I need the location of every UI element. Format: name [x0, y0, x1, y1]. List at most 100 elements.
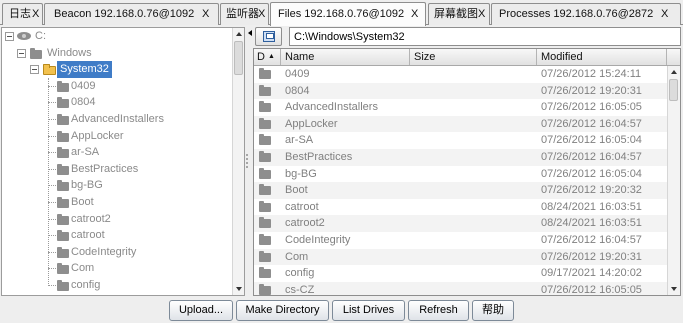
scroll-thumb[interactable] [234, 41, 243, 75]
file-modified: 07/26/2012 16:04:57 [541, 233, 642, 246]
tree-node-windows[interactable]: Windows [2, 45, 232, 62]
folder-icon [57, 246, 69, 258]
tree-node[interactable]: CodeIntegrity [2, 244, 232, 261]
tab-close-button[interactable]: X [258, 4, 265, 24]
scroll-up-arrow-icon[interactable] [233, 29, 244, 40]
table-body: 0409 07/26/2012 15:24:11 0804 07/26/2012… [254, 66, 667, 295]
file-modified: 07/26/2012 16:04:57 [541, 117, 642, 130]
folder-icon [259, 250, 271, 262]
column-header-size[interactable]: Size [410, 49, 537, 65]
tree-node-label: Com [71, 262, 95, 275]
tab-close-button[interactable]: X [411, 4, 418, 24]
table-row[interactable]: config 09/17/2021 14:20:02 [254, 265, 667, 282]
drive-icon [17, 32, 31, 40]
folder-icon [57, 113, 69, 125]
tree-node[interactable]: BestPractices [2, 161, 232, 178]
table-row[interactable]: catroot 08/24/2021 16:03:51 [254, 199, 667, 216]
tree-node[interactable]: catroot2 [2, 211, 232, 228]
folder-open-icon [43, 64, 56, 76]
folder-icon [259, 233, 271, 245]
scroll-down-arrow-icon[interactable] [233, 283, 244, 294]
tab-processes[interactable]: Processes 192.168.0.76@2872 X [491, 3, 681, 25]
tree-node[interactable]: AppLocker [2, 128, 232, 145]
table-row[interactable]: 0804 07/26/2012 19:20:31 [254, 82, 667, 100]
folder-icon [259, 217, 271, 229]
tab-log[interactable]: 日志 X [2, 3, 43, 25]
parent-folder-button[interactable] [255, 27, 282, 46]
tree-node[interactable]: 0409 [2, 78, 232, 95]
file-modified: 07/26/2012 19:20:31 [541, 250, 642, 263]
directory-tree[interactable]: C: Windows System32 0409 0804 AdvancedIn… [1, 27, 245, 296]
tab-beacon[interactable]: Beacon 192.168.0.76@1092 X [44, 3, 219, 25]
tree-node[interactable]: catroot [2, 227, 232, 244]
table-row[interactable]: CodeIntegrity 07/26/2012 16:04:57 [254, 232, 667, 249]
scroll-thumb[interactable] [669, 79, 678, 101]
folder-icon [259, 150, 271, 162]
column-header-type[interactable]: D ▲ [254, 49, 281, 65]
tab-listeners[interactable]: 监听器 X [220, 3, 269, 25]
tab-files[interactable]: Files 192.168.0.76@1092 X [270, 2, 426, 26]
folder-icon [259, 267, 271, 279]
column-header-modified[interactable]: Modified [537, 49, 667, 65]
table-row[interactable]: BestPractices 07/26/2012 16:04:57 [254, 148, 667, 166]
table-row[interactable]: 0409 07/26/2012 15:24:11 [254, 66, 667, 83]
file-modified: 07/26/2012 15:24:11 [541, 68, 642, 80]
tab-close-button[interactable]: X [32, 4, 39, 24]
scroll-up-arrow-icon[interactable] [668, 67, 679, 78]
list-drives-button[interactable]: List Drives [332, 300, 405, 321]
path-input[interactable] [289, 27, 681, 46]
scroll-down-arrow-icon[interactable] [668, 283, 679, 294]
collapse-icon[interactable] [5, 32, 14, 41]
tab-close-button[interactable]: X [202, 4, 209, 24]
tree-node[interactable]: 0804 [2, 94, 232, 111]
tree-node-system32[interactable]: System32 [2, 61, 232, 78]
tree-node[interactable]: Com [2, 260, 232, 277]
tab-close-button[interactable]: X [661, 4, 668, 24]
sort-ascending-icon: ▲ [268, 53, 275, 60]
tree-scrollbar[interactable] [232, 28, 244, 295]
table-row[interactable]: ar-SA 07/26/2012 16:05:04 [254, 132, 667, 149]
tree-node-label: Boot [71, 195, 94, 208]
make-directory-button[interactable]: Make Directory [236, 300, 329, 321]
tree-rows: C: Windows System32 0409 0804 AdvancedIn… [2, 28, 232, 294]
tree-connector [48, 135, 56, 137]
tree-node[interactable]: AdvancedInstallers [2, 111, 232, 128]
column-header-name[interactable]: Name [281, 49, 410, 65]
tree-node-drive[interactable]: C: [2, 28, 232, 45]
column-header-label: Size [414, 51, 436, 63]
table-row[interactable]: AppLocker 07/26/2012 16:04:57 [254, 115, 667, 133]
collapse-left-arrow-icon[interactable] [248, 30, 252, 36]
table-scrollbar[interactable] [667, 66, 680, 295]
table-row[interactable]: bg-BG 07/26/2012 16:05:04 [254, 166, 667, 183]
tree-node[interactable]: ar-SA [2, 144, 232, 161]
refresh-button[interactable]: Refresh [408, 300, 469, 321]
table-row[interactable]: catroot2 08/24/2021 16:03:51 [254, 215, 667, 232]
tree-connector [48, 218, 56, 220]
table-row[interactable]: AdvancedInstallers 07/26/2012 16:05:05 [254, 99, 667, 116]
tab-label: Processes 192.168.0.76@2872 [499, 8, 654, 20]
file-modified: 07/26/2012 16:05:05 [541, 283, 642, 295]
folder-icon [57, 180, 69, 192]
folder-icon [57, 97, 69, 109]
upload-button[interactable]: Upload... [169, 300, 233, 321]
file-modified: 07/26/2012 19:20:32 [541, 184, 642, 197]
tree-node[interactable]: Boot [2, 194, 232, 211]
file-name: bg-BG [285, 167, 317, 180]
file-browser-window: 日志 X Beacon 192.168.0.76@1092 X 监听器 X Fi… [0, 0, 683, 323]
tree-node[interactable]: bg-BG [2, 177, 232, 194]
collapse-icon[interactable] [30, 65, 39, 75]
table-row[interactable]: Boot 07/26/2012 19:20:32 [254, 182, 667, 199]
folder-icon [259, 134, 271, 146]
file-name: ar-SA [285, 134, 314, 147]
table-row[interactable]: Com 07/26/2012 19:20:31 [254, 248, 667, 266]
table-row[interactable]: cs-CZ 07/26/2012 16:05:05 [254, 281, 667, 295]
tab-screenshots[interactable]: 屏幕截图 X [428, 3, 490, 25]
split-divider-grip[interactable] [246, 154, 248, 168]
tab-close-button[interactable]: X [478, 4, 485, 24]
file-table[interactable]: D ▲ Name Size Modified 0409 07/26/2012 1… [253, 48, 681, 296]
tree-connector [48, 284, 56, 286]
collapse-icon[interactable] [17, 48, 26, 58]
file-modified: 09/17/2021 14:20:02 [541, 267, 642, 280]
help-button[interactable]: 帮助 [472, 300, 514, 321]
tree-node[interactable]: config [2, 277, 232, 294]
